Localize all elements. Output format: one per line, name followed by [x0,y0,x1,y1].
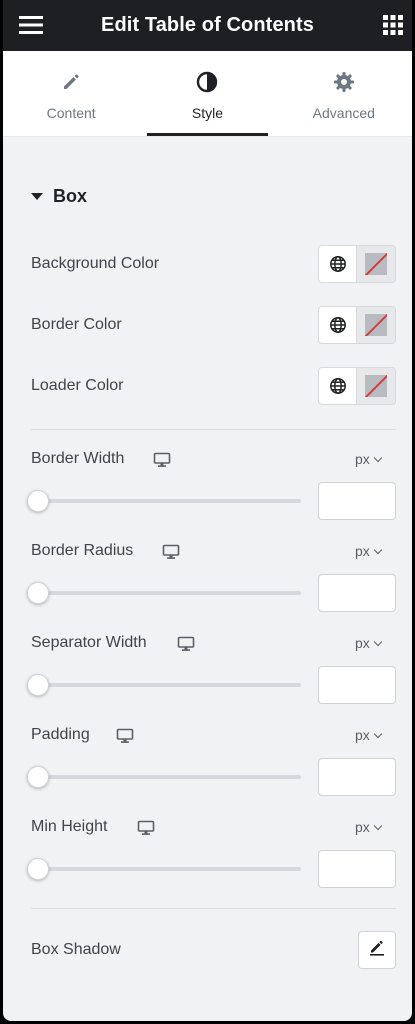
tab-advanced[interactable]: Advanced [276,51,412,136]
divider [31,429,396,430]
chevron-down-icon [373,545,383,554]
tab-style-label: Style [191,105,224,121]
tab-content[interactable]: Content [3,51,139,136]
editor-panel: Edit Table of Contents Content Style Adv… [3,0,412,1021]
padding-input[interactable] [318,758,396,796]
min-height-slider[interactable] [27,858,301,880]
chevron-down-icon [373,821,383,830]
slider-thumb[interactable] [27,858,49,880]
slider-track [31,867,301,871]
box-shadow-edit-button[interactable] [358,931,396,969]
unset-color-swatch [365,375,387,397]
background-color-control [318,245,396,283]
border-width-input[interactable] [318,482,396,520]
panel-title: Edit Table of Contents [101,14,314,36]
desktop-icon[interactable] [137,820,155,836]
globe-icon[interactable] [319,368,357,404]
unit-label: px [355,819,370,835]
unit-label: px [355,727,370,743]
unit-selector[interactable]: px [355,451,383,467]
slider-thumb[interactable] [27,766,49,788]
slider-track [31,499,301,503]
pencil-icon [368,939,386,962]
slider-thumb[interactable] [27,674,49,696]
border-width-slider[interactable] [27,490,301,512]
divider [31,908,396,909]
slider-track [31,775,301,779]
padding-slider[interactable] [27,766,301,788]
border-color-control [318,306,396,344]
editor-tabs: Content Style Advanced [3,51,412,137]
hamburger-icon[interactable] [18,14,44,36]
separator-width-label: Separator Width [31,634,147,651]
slider-thumb[interactable] [27,490,49,512]
unit-label: px [355,543,370,559]
loader-color-control [318,367,396,405]
min-height-label: Min Height [31,818,108,835]
border-radius-input[interactable] [318,574,396,612]
unit-label: px [355,451,370,467]
caret-down-icon [31,193,43,200]
background-color-label: Background Color [31,255,160,272]
desktop-icon[interactable] [177,636,195,652]
slider-thumb[interactable] [27,582,49,604]
background-color-picker[interactable] [357,246,395,282]
unset-color-swatch [365,253,387,275]
unit-selector[interactable]: px [355,543,383,559]
pencil-icon [60,71,82,93]
padding-label: Padding [31,726,90,743]
chevron-down-icon [373,637,383,646]
unit-label: px [355,635,370,651]
loader-color-label: Loader Color [31,377,124,394]
globe-icon[interactable] [319,307,357,343]
section-box-title: Box [53,186,88,206]
section-box-toggle[interactable]: Box [31,186,87,207]
app-frame: Edit Table of Contents Content Style Adv… [0,0,415,1024]
tab-advanced-label: Advanced [312,105,375,121]
border-radius-slider[interactable] [27,582,301,604]
unset-color-swatch [365,314,387,336]
separator-width-input[interactable] [318,666,396,704]
slider-track [31,683,301,687]
desktop-icon[interactable] [162,544,180,560]
globe-icon[interactable] [319,246,357,282]
desktop-icon[interactable] [116,728,134,744]
unit-selector[interactable]: px [355,635,383,651]
separator-width-slider[interactable] [27,674,301,696]
unit-selector[interactable]: px [355,819,383,835]
grid-icon[interactable] [382,14,404,36]
half-circle-icon [196,71,218,93]
chevron-down-icon [373,453,383,462]
border-radius-label: Border Radius [31,542,134,559]
border-width-label: Border Width [31,450,125,467]
unit-selector[interactable]: px [355,727,383,743]
border-color-label: Border Color [31,316,122,333]
gear-icon [333,71,355,93]
min-height-input[interactable] [318,850,396,888]
panel-header: Edit Table of Contents [3,0,412,51]
loader-color-picker[interactable] [357,368,395,404]
chevron-down-icon [373,729,383,738]
tab-style[interactable]: Style [139,51,275,136]
box-shadow-label: Box Shadow [31,941,121,958]
border-color-picker[interactable] [357,307,395,343]
slider-track [31,591,301,595]
tab-content-label: Content [46,105,96,121]
desktop-icon[interactable] [153,452,171,468]
